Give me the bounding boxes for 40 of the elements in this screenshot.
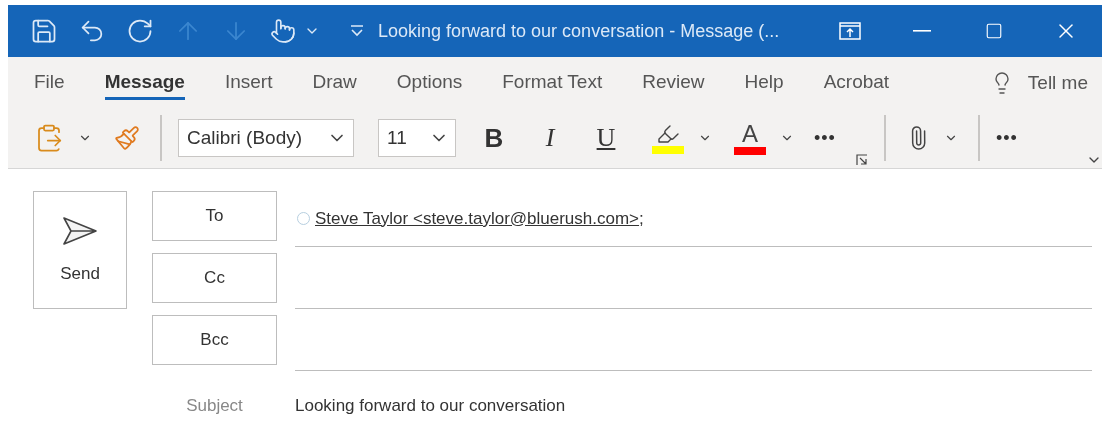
recipient-field-button[interactable]: To (152, 191, 277, 241)
font-select[interactable]: Calibri (Body) (178, 119, 354, 157)
ribbon-tab[interactable]: Message (104, 65, 185, 100)
recipient-field-button[interactable]: Bcc (152, 315, 277, 365)
subject-field[interactable]: Looking forward to our conversation (295, 396, 566, 416)
send-icon (62, 216, 98, 246)
italic-button[interactable]: I (536, 123, 564, 153)
underline-button[interactable]: U (592, 123, 620, 153)
tell-me-button[interactable]: Tell me (1027, 71, 1088, 94)
recipient-name[interactable]: Steve Taylor <steve.taylor@bluerush.com> (315, 208, 640, 229)
subject-label: Subject (185, 396, 244, 416)
font-size-select[interactable]: 11 (378, 119, 456, 157)
save-icon (30, 17, 58, 45)
minimize-icon (913, 30, 931, 32)
send-button[interactable]: Send (33, 191, 127, 309)
redo-icon (126, 17, 154, 45)
ribbon-tab[interactable]: Help (744, 65, 784, 100)
more-button[interactable]: ••• (995, 127, 1018, 149)
more-button[interactable]: ••• (814, 127, 836, 149)
ribbon-tab[interactable]: Insert (224, 65, 273, 100)
pointer-icon (270, 18, 296, 44)
paintbrush-icon (114, 125, 140, 151)
redo-button[interactable] (126, 17, 154, 45)
bold-button[interactable]: B (480, 122, 508, 154)
ribbon-tab[interactable]: Acrobat (823, 65, 890, 100)
dialog-launcher-button[interactable] (855, 154, 868, 168)
recipient-field-button[interactable]: Cc (152, 253, 277, 303)
dialog-launcher-icon (855, 154, 868, 166)
ribbon-tab[interactable]: Format Text (502, 65, 603, 100)
window-title: Looking forward to our conversation - Message (... (378, 20, 781, 42)
save-button[interactable] (30, 17, 58, 45)
recipient-field[interactable]: Steve Taylor <steve.taylor@bluerush.com>; (295, 191, 1092, 247)
maximize-icon (985, 22, 1003, 40)
ribbon-tab[interactable]: Review (642, 65, 705, 100)
popout-icon (839, 22, 861, 40)
ribbon-tab[interactable]: Options (396, 65, 463, 100)
ribbon-tab[interactable]: Draw (312, 65, 357, 100)
separator-text: ; (639, 208, 644, 229)
font-color-button[interactable]: A (730, 117, 798, 159)
ribbon-tab[interactable]: File (34, 65, 65, 100)
